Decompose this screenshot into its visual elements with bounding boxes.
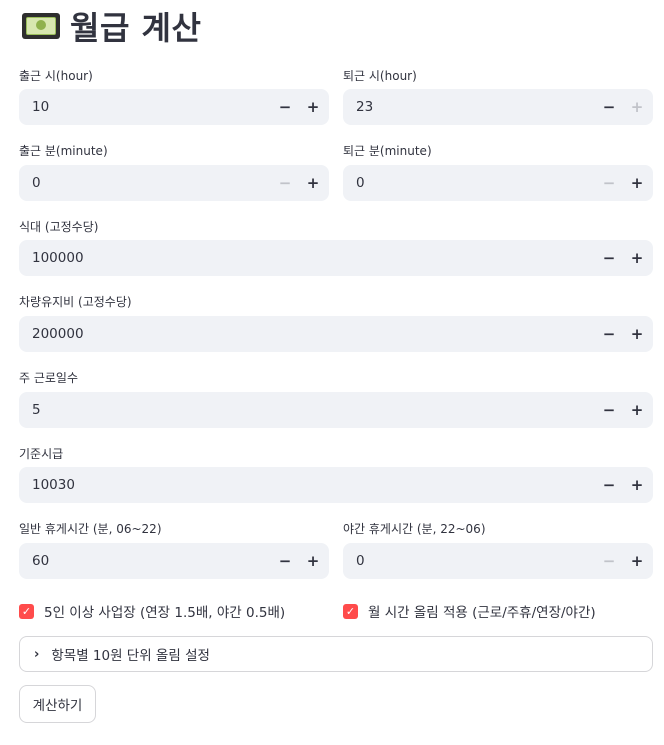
start-hour-input[interactable]: 10 − + <box>19 89 329 125</box>
end-minute-input[interactable]: 0 − + <box>343 165 653 201</box>
meal-allowance-increment-button[interactable]: + <box>623 240 651 276</box>
end-hour-label: 퇴근 시(hour) <box>343 69 417 83</box>
meal-allowance-label: 식대 (고정수당) <box>19 220 99 234</box>
workdays-input[interactable]: 5 − + <box>19 392 653 428</box>
night-break-increment-button[interactable]: + <box>623 543 651 579</box>
round-up-checkbox[interactable]: ✓ 월 시간 올림 적용 (근로/주휴/연장/야간) <box>343 601 596 621</box>
end-minute-label: 퇴근 분(minute) <box>343 144 432 158</box>
end-hour-increment-button[interactable]: + <box>623 89 651 125</box>
normal-break-increment-button[interactable]: + <box>299 543 327 579</box>
start-minute-value[interactable]: 0 <box>19 175 271 191</box>
end-hour-value[interactable]: 23 <box>343 99 595 115</box>
night-break-value[interactable]: 0 <box>343 553 595 569</box>
normal-break-input[interactable]: 60 − + <box>19 543 329 579</box>
car-allowance-decrement-button[interactable]: − <box>595 316 623 352</box>
start-hour-label: 출근 시(hour) <box>19 69 93 83</box>
end-minute-value[interactable]: 0 <box>343 175 595 191</box>
car-allowance-input[interactable]: 200000 − + <box>19 316 653 352</box>
meal-allowance-decrement-button[interactable]: − <box>595 240 623 276</box>
workdays-increment-button[interactable]: + <box>623 392 651 428</box>
five-plus-checkbox[interactable]: ✓ 5인 이상 사업장 (연장 1.5배, 야간 0.5배) <box>19 601 285 621</box>
page-title: 월급 계산 <box>70 9 202 47</box>
base-wage-increment-button[interactable]: + <box>623 467 651 503</box>
start-minute-decrement-button[interactable]: − <box>271 165 299 201</box>
base-wage-decrement-button[interactable]: − <box>595 467 623 503</box>
end-minute-increment-button[interactable]: + <box>623 165 651 201</box>
workdays-value[interactable]: 5 <box>19 402 595 418</box>
start-minute-input[interactable]: 0 − + <box>19 165 329 201</box>
car-allowance-label: 차량유지비 (고정수당) <box>19 295 132 309</box>
end-hour-decrement-button[interactable]: − <box>595 89 623 125</box>
five-plus-checkbox-label: 5인 이상 사업장 (연장 1.5배, 야간 0.5배) <box>44 605 286 621</box>
end-minute-decrement-button[interactable]: − <box>595 165 623 201</box>
car-allowance-increment-button[interactable]: + <box>623 316 651 352</box>
checkmark-icon[interactable]: ✓ <box>19 603 34 619</box>
start-minute-label: 출근 분(minute) <box>19 144 108 158</box>
base-wage-label: 기준시급 <box>19 447 64 461</box>
normal-break-decrement-button[interactable]: − <box>271 543 299 579</box>
base-wage-value[interactable]: 10030 <box>19 477 595 493</box>
night-break-decrement-button[interactable]: − <box>595 543 623 579</box>
page-header: 월급 계산 <box>22 6 202 47</box>
rounding-settings-label: 항목별 10원 단위 올림 설정 <box>51 648 210 664</box>
car-allowance-value[interactable]: 200000 <box>19 326 595 342</box>
workdays-decrement-button[interactable]: − <box>595 392 623 428</box>
meal-allowance-value[interactable]: 100000 <box>19 250 595 266</box>
night-break-input[interactable]: 0 − + <box>343 543 653 579</box>
rounding-settings-expander[interactable]: › 항목별 10원 단위 올림 설정 <box>19 636 653 672</box>
calculate-button[interactable]: 계산하기 <box>19 685 96 723</box>
base-wage-input[interactable]: 10030 − + <box>19 467 653 503</box>
checkmark-icon[interactable]: ✓ <box>343 603 358 619</box>
night-break-label: 야간 휴게시간 (분, 22~06) <box>343 522 486 536</box>
round-up-checkbox-label: 월 시간 올림 적용 (근로/주휴/연장/야간) <box>368 605 596 621</box>
start-hour-value[interactable]: 10 <box>19 99 271 115</box>
normal-break-value[interactable]: 60 <box>19 553 271 569</box>
start-hour-increment-button[interactable]: + <box>299 89 327 125</box>
money-icon <box>22 13 60 39</box>
start-hour-decrement-button[interactable]: − <box>271 89 299 125</box>
chevron-right-icon: › <box>34 646 40 662</box>
workdays-label: 주 근로일수 <box>19 371 79 385</box>
end-hour-input[interactable]: 23 − + <box>343 89 653 125</box>
meal-allowance-input[interactable]: 100000 − + <box>19 240 653 276</box>
normal-break-label: 일반 휴게시간 (분, 06~22) <box>19 522 162 536</box>
start-minute-increment-button[interactable]: + <box>299 165 327 201</box>
